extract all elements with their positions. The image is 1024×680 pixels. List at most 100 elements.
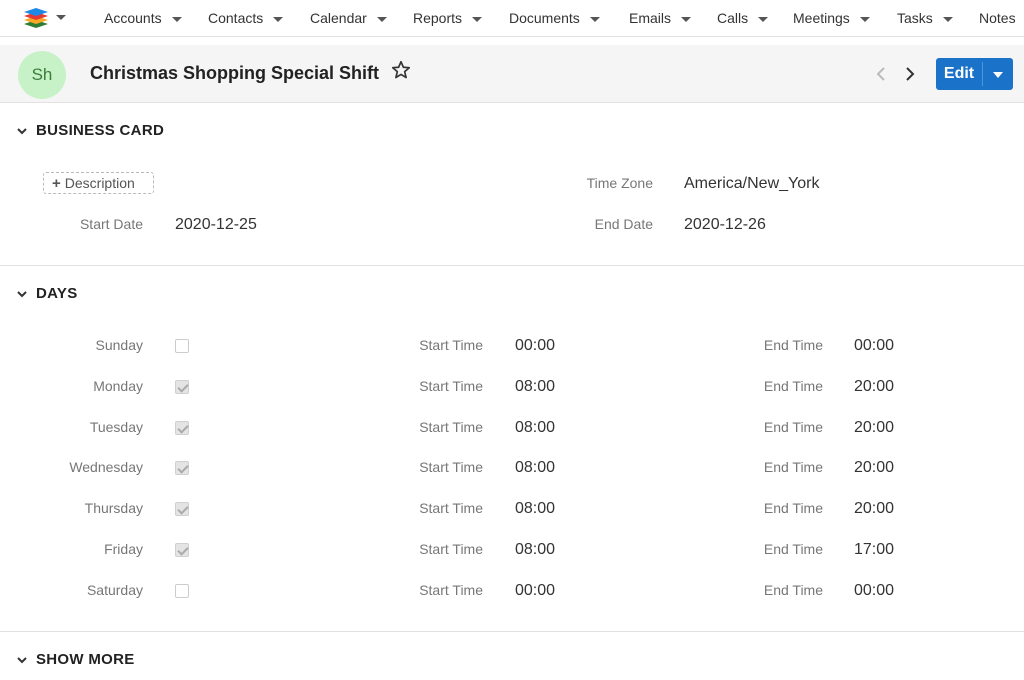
end-time-label: End Time xyxy=(763,582,823,598)
nav-item-label: Contacts xyxy=(208,10,264,26)
edit-button[interactable]: Edit xyxy=(936,58,982,90)
nav-item-label: Notes xyxy=(979,10,1016,26)
day-enabled-checkbox[interactable] xyxy=(175,502,189,516)
start-time-label: Start Time xyxy=(419,459,483,475)
nav-item-label: Calls xyxy=(717,10,749,26)
day-enabled-checkbox[interactable] xyxy=(175,339,189,353)
start-time-value: 08:00 xyxy=(515,378,556,395)
top-navigation-bar: Accounts Contacts Calendar Reports Docum… xyxy=(0,0,1024,37)
previous-record-chevron-left-icon[interactable] xyxy=(872,63,890,85)
nav-item-calls[interactable]: Calls xyxy=(717,0,769,37)
day-name-label: Monday xyxy=(93,378,143,394)
day-name-label: Tuesday xyxy=(89,419,143,435)
day-name-label: Saturday xyxy=(86,582,143,598)
chevron-down-icon[interactable] xyxy=(681,16,692,22)
app-logo-icon[interactable] xyxy=(22,6,50,30)
nav-item-calendar[interactable]: Calendar xyxy=(310,0,387,37)
day-enabled-checkbox[interactable] xyxy=(175,461,189,475)
nav-item-label: Calendar xyxy=(310,10,367,26)
end-time-value: 00:00 xyxy=(854,337,895,354)
chevron-down-icon[interactable] xyxy=(942,16,953,22)
end-time-label: End Time xyxy=(763,541,823,557)
day-name-label: Wednesday xyxy=(69,459,143,475)
chevron-down-icon[interactable] xyxy=(273,16,284,22)
avatar: Sh xyxy=(18,51,66,99)
nav-item-accounts[interactable]: Accounts xyxy=(104,0,182,37)
start-time-value: 00:00 xyxy=(515,582,556,599)
day-name-label: Friday xyxy=(104,541,143,557)
nav-item-contacts[interactable]: Contacts xyxy=(208,0,284,37)
end-time-value: 00:00 xyxy=(854,582,895,599)
time-zone-label: Time Zone xyxy=(586,175,653,191)
end-time-value: 17:00 xyxy=(854,541,895,558)
time-zone-value: America/New_York xyxy=(684,175,820,192)
plus-icon: + xyxy=(52,175,61,192)
nav-item-label: Reports xyxy=(413,10,463,26)
nav-item-notes[interactable]: Notes xyxy=(979,0,1016,37)
add-description-button[interactable]: + Description xyxy=(43,172,154,194)
nav-item-label: Meetings xyxy=(793,10,850,26)
collapse-chevron-down-icon[interactable] xyxy=(15,653,29,667)
nav-item-emails[interactable]: Emails xyxy=(629,0,692,37)
start-time-value: 08:00 xyxy=(515,541,556,558)
section-title: DAYS xyxy=(36,285,78,302)
chevron-down-icon[interactable] xyxy=(171,16,182,22)
nav-item-documents[interactable]: Documents xyxy=(509,0,600,37)
favorite-star-icon[interactable] xyxy=(390,59,412,81)
nav-item-meetings[interactable]: Meetings xyxy=(793,0,870,37)
day-enabled-checkbox[interactable] xyxy=(175,584,189,598)
nav-item-label: Tasks xyxy=(897,10,933,26)
end-date-label: End Date xyxy=(594,216,653,232)
chevron-down-icon[interactable] xyxy=(758,16,769,22)
nav-item-tasks[interactable]: Tasks xyxy=(897,0,953,37)
start-time-label: Start Time xyxy=(419,582,483,598)
start-time-value: 00:00 xyxy=(515,337,556,354)
end-time-label: End Time xyxy=(763,337,823,353)
business-card-section-header[interactable]: BUSINESS CARD xyxy=(0,115,1024,145)
section-divider xyxy=(0,265,1024,266)
chevron-down-icon[interactable] xyxy=(376,16,387,22)
nav-item-label: Documents xyxy=(509,10,580,26)
edit-actions-chevron-down-icon[interactable] xyxy=(983,58,1013,90)
nav-item-label: Emails xyxy=(629,10,672,26)
chevron-down-icon[interactable] xyxy=(472,16,483,22)
end-time-label: End Time xyxy=(763,500,823,516)
day-name-label: Thursday xyxy=(84,500,143,516)
next-record-chevron-right-icon[interactable] xyxy=(901,63,919,85)
days-section-header[interactable]: DAYS xyxy=(0,278,1024,308)
day-enabled-checkbox[interactable] xyxy=(175,543,189,557)
end-date-value: 2020-12-26 xyxy=(684,216,766,233)
nav-item-reports[interactable]: Reports xyxy=(413,0,483,37)
start-date-label: Start Date xyxy=(79,216,143,232)
end-time-label: End Time xyxy=(763,378,823,394)
logo-menu-chevron-down-icon[interactable] xyxy=(56,15,66,20)
start-time-value: 08:00 xyxy=(515,419,556,436)
section-title: SHOW MORE xyxy=(36,651,135,668)
day-enabled-checkbox[interactable] xyxy=(175,380,189,394)
description-button-label: Description xyxy=(64,175,135,191)
chevron-down-icon[interactable] xyxy=(859,16,870,22)
section-title: BUSINESS CARD xyxy=(36,122,165,139)
start-time-value: 08:00 xyxy=(515,459,556,476)
start-date-value: 2020-12-25 xyxy=(175,216,257,233)
day-name-label: Sunday xyxy=(95,337,143,353)
day-enabled-checkbox[interactable] xyxy=(175,421,189,435)
record-header: Sh Christmas Shopping Special Shift Edit xyxy=(0,45,1024,103)
section-divider xyxy=(0,631,1024,632)
collapse-chevron-down-icon[interactable] xyxy=(15,124,29,138)
end-time-value: 20:00 xyxy=(854,500,895,517)
end-time-label: End Time xyxy=(763,459,823,475)
collapse-chevron-down-icon[interactable] xyxy=(15,287,29,301)
start-time-label: Start Time xyxy=(419,500,483,516)
start-time-label: Start Time xyxy=(419,419,483,435)
nav-item-label: Accounts xyxy=(104,10,162,26)
end-time-value: 20:00 xyxy=(854,459,895,476)
edit-button-group: Edit xyxy=(936,58,1013,90)
show-more-section-header[interactable]: SHOW MORE xyxy=(0,644,1024,674)
end-time-value: 20:00 xyxy=(854,378,895,395)
page-title: Christmas Shopping Special Shift xyxy=(90,63,380,83)
chevron-down-icon[interactable] xyxy=(589,16,600,22)
end-time-value: 20:00 xyxy=(854,419,895,436)
end-time-label: End Time xyxy=(763,419,823,435)
start-time-label: Start Time xyxy=(419,541,483,557)
